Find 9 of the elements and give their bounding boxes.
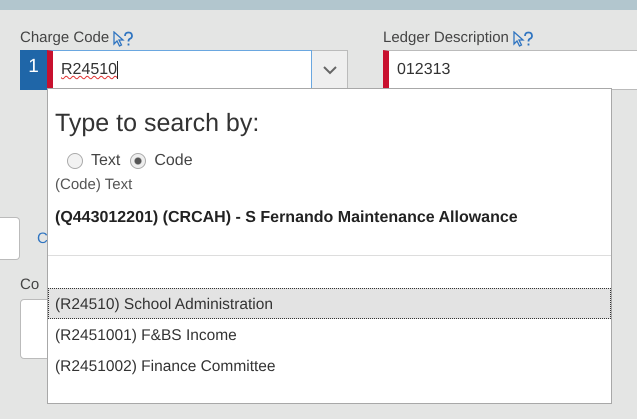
format-hint: (Code) Text xyxy=(55,176,134,193)
dropdown-title: Type to search by: xyxy=(55,109,260,138)
radio-label: Text xyxy=(91,152,120,170)
field-label: Ledger Description xyxy=(383,29,509,46)
field-label: Charge Code xyxy=(20,29,110,46)
radio-label: Code xyxy=(154,152,193,170)
row-number: 1 xyxy=(20,50,47,90)
field-label: Co xyxy=(20,276,40,293)
current-value: (Q443012201) (CRCAH) - S Fernando Maintenance Allowance xyxy=(55,209,519,227)
